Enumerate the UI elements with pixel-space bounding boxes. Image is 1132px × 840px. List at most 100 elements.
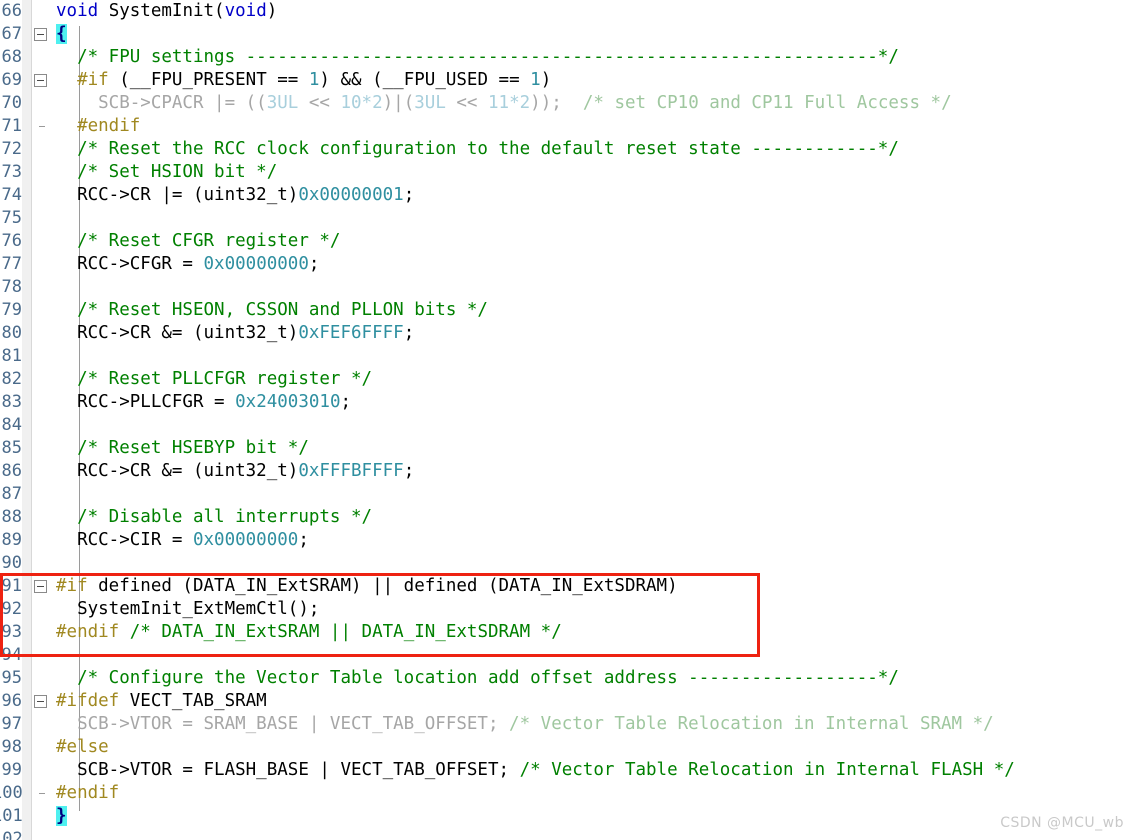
code-line[interactable]: 92 SystemInit_ExtMemCtl(); <box>0 598 1132 621</box>
token-num: 1 <box>530 70 541 90</box>
code-line[interactable]: 75 <box>0 207 1132 230</box>
code-text[interactable]: SystemInit_ExtMemCtl(); <box>56 598 319 621</box>
code-text[interactable]: /* Set HSION bit */ <box>56 161 277 184</box>
code-text[interactable]: /* Reset the RCC clock configuration to … <box>56 138 899 161</box>
code-text[interactable]: /* Reset CFGR register */ <box>56 230 340 253</box>
token-kw: void <box>56 1 99 21</box>
line-number: 100 <box>0 783 23 803</box>
code-text[interactable]: RCC->CIR = 0x00000000; <box>56 529 309 552</box>
code-line[interactable]: 69 #if (__FPU_PRESENT == 1) && (__FPU_US… <box>0 69 1132 92</box>
token-pp: #endif <box>56 116 141 136</box>
code-text[interactable]: /* FPU settings ------------------------… <box>56 46 899 69</box>
token-pl: ; <box>403 461 415 481</box>
token-cm: /* Reset HSEON, CSSON and PLLON bits */ <box>56 300 488 320</box>
code-line[interactable]: 77 RCC->CFGR = 0x00000000; <box>0 253 1132 276</box>
code-text[interactable]: #endif <box>56 115 140 138</box>
code-text[interactable]: /* Configure the Vector Table location a… <box>56 667 899 690</box>
line-number: 78 <box>1 277 22 297</box>
line-number: 85 <box>1 438 22 458</box>
code-text[interactable]: } <box>56 805 67 828</box>
code-line[interactable]: 98 #else <box>0 736 1132 759</box>
token-num: 0x00000000 <box>192 530 299 550</box>
line-number: 90 <box>1 553 22 573</box>
code-text[interactable]: RCC->CR &= (uint32_t)0xFEF6FFFF; <box>56 322 414 345</box>
code-text[interactable]: { <box>56 23 67 46</box>
code-line[interactable]: 102 <box>0 828 1132 840</box>
token-pp: #endif <box>56 622 120 642</box>
code-text[interactable]: SCB->VTOR = SRAM_BASE | VECT_TAB_OFFSET;… <box>56 713 994 736</box>
code-line[interactable]: 82 /* Reset PLLCFGR register */ <box>0 368 1132 391</box>
code-text[interactable]: RCC->PLLCFGR = 0x24003010; <box>56 391 351 414</box>
code-text[interactable]: SCB->VTOR = FLASH_BASE | VECT_TAB_OFFSET… <box>56 759 1015 782</box>
code-line[interactable]: 66 void SystemInit(void) <box>0 0 1132 23</box>
token-pp: #else <box>56 737 109 757</box>
code-line[interactable]: 71 #endif <box>0 115 1132 138</box>
code-text[interactable]: RCC->CR |= (uint32_t)0x00000001; <box>56 184 414 207</box>
line-number: 89 <box>1 530 22 550</box>
token-gry: )); <box>530 93 583 113</box>
code-line[interactable]: 87 <box>0 483 1132 506</box>
token-cm: /* Reset PLLCFGR register */ <box>56 369 373 389</box>
code-text[interactable]: /* Disable all interrupts */ <box>56 506 372 529</box>
code-line[interactable]: 97 SCB->VTOR = SRAM_BASE | VECT_TAB_OFFS… <box>0 713 1132 736</box>
code-text[interactable]: RCC->CFGR = 0x00000000; <box>56 253 319 276</box>
code-text[interactable]: RCC->CR &= (uint32_t)0xFFFBFFFF; <box>56 460 414 483</box>
line-number: 93 <box>1 622 22 642</box>
code-line[interactable]: 91 #if defined (DATA_IN_ExtSRAM) || defin… <box>0 575 1132 598</box>
code-editor[interactable]: 66 void SystemInit(void) 67 {68 /* FPU sett… <box>0 0 1132 840</box>
code-lines-container[interactable]: 66 void SystemInit(void) 67 {68 /* FPU sett… <box>0 0 1132 840</box>
code-text[interactable]: #if (__FPU_PRESENT == 1) && (__FPU_USED … <box>56 69 551 92</box>
code-text[interactable]: #endif <box>56 782 119 805</box>
code-text[interactable]: /* Reset HSEBYP bit */ <box>56 437 309 460</box>
code-line[interactable]: 88 /* Disable all interrupts */ <box>0 506 1132 529</box>
code-text[interactable]: SCB->CPACR |= ((3UL << 10*2)|(3UL << 11*… <box>56 92 951 115</box>
code-text[interactable]: void SystemInit(void) <box>56 0 277 23</box>
code-text[interactable]: #endif /* DATA_IN_ExtSRAM || DATA_IN_Ext… <box>56 621 562 644</box>
code-line[interactable]: 85 /* Reset HSEBYP bit */ <box>0 437 1132 460</box>
token-cm: /* Configure the Vector Table location a… <box>56 668 899 688</box>
code-line[interactable]: 83 RCC->PLLCFGR = 0x24003010; <box>0 391 1132 414</box>
code-line[interactable]: 90 <box>0 552 1132 575</box>
code-text[interactable]: /* Reset HSEON, CSSON and PLLON bits */ <box>56 299 488 322</box>
code-line[interactable]: 70 SCB->CPACR |= ((3UL << 10*2)|(3UL << … <box>0 92 1132 115</box>
token-pl: ; <box>403 323 415 343</box>
code-line[interactable]: 86 RCC->CR &= (uint32_t)0xFFFBFFFF; <box>0 460 1132 483</box>
code-line[interactable]: 74 RCC->CR |= (uint32_t)0x00000001; <box>0 184 1132 207</box>
token-cm: /* FPU settings ------------------------… <box>56 47 899 67</box>
code-line[interactable]: 96 #ifdef VECT_TAB_SRAM <box>0 690 1132 713</box>
token-numg: 11*2 <box>488 93 531 113</box>
code-line[interactable]: 95 /* Configure the Vector Table locatio… <box>0 667 1132 690</box>
code-text[interactable]: #ifdef VECT_TAB_SRAM <box>56 690 267 713</box>
fold-collapse-icon[interactable] <box>34 28 47 41</box>
token-num: 1 <box>308 70 320 90</box>
token-cm: /* Disable all interrupts */ <box>56 507 373 527</box>
fold-collapse-icon[interactable] <box>34 580 47 593</box>
token-num: 0xFEF6FFFF <box>298 323 404 343</box>
code-line[interactable]: 101} <box>0 805 1132 828</box>
token-pl: RCC->CR |= (uint32_t) <box>56 185 299 205</box>
code-line[interactable]: 79 /* Reset HSEON, CSSON and PLLON bits … <box>0 299 1132 322</box>
code-line[interactable]: 89 RCC->CIR = 0x00000000; <box>0 529 1132 552</box>
code-line[interactable]: 80 RCC->CR &= (uint32_t)0xFEF6FFFF; <box>0 322 1132 345</box>
code-line[interactable]: 68 /* FPU settings ---------------------… <box>0 46 1132 69</box>
token-pl: SystemInit_ExtMemCtl(); <box>56 599 320 619</box>
code-line[interactable]: 84 <box>0 414 1132 437</box>
code-line[interactable]: 93 #endif /* DATA_IN_ExtSRAM || DATA_IN_E… <box>0 621 1132 644</box>
code-line[interactable]: 73 /* Set HSION bit */ <box>0 161 1132 184</box>
code-line[interactable]: 81 <box>0 345 1132 368</box>
code-line[interactable]: 72 /* Reset the RCC clock configuration … <box>0 138 1132 161</box>
token-gry: )|( <box>382 93 415 113</box>
code-line[interactable]: 99 SCB->VTOR = FLASH_BASE | VECT_TAB_OFF… <box>0 759 1132 782</box>
token-pl: RCC->CFGR = <box>56 254 204 274</box>
code-line[interactable]: 78 <box>0 276 1132 299</box>
code-line[interactable]: 100 #endif <box>0 782 1132 805</box>
fold-collapse-icon[interactable] <box>34 695 47 708</box>
code-line[interactable]: 67 { <box>0 23 1132 46</box>
fold-collapse-icon[interactable] <box>34 74 47 87</box>
code-line[interactable]: 94 <box>0 644 1132 667</box>
code-text[interactable]: /* Reset PLLCFGR register */ <box>56 368 372 391</box>
token-pl: RCC->CIR = <box>56 530 193 550</box>
code-line[interactable]: 76 /* Reset CFGR register */ <box>0 230 1132 253</box>
code-text[interactable]: #else <box>56 736 109 759</box>
code-text[interactable]: #if defined (DATA_IN_ExtSRAM) || defined… <box>56 575 678 598</box>
